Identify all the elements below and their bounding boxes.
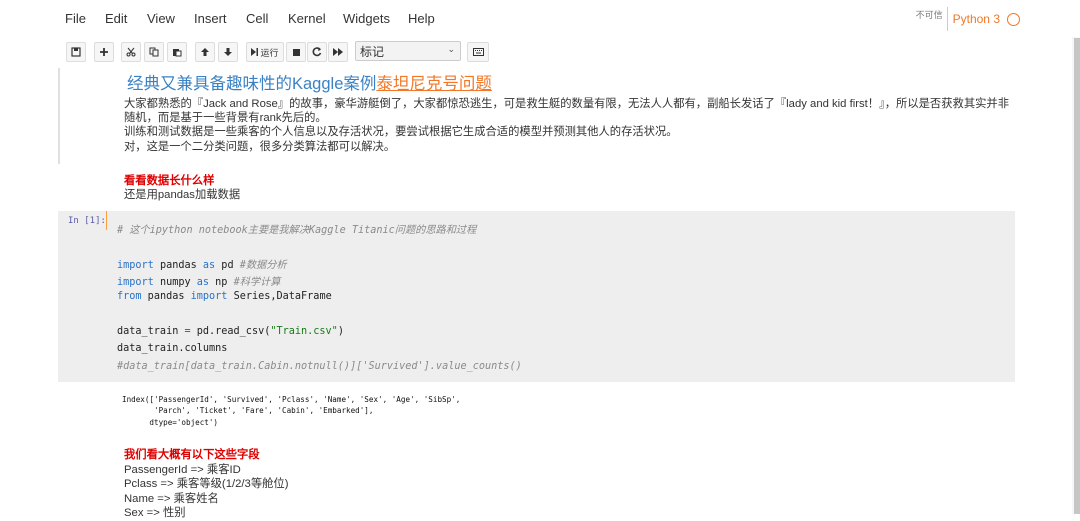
restart-run-all-button[interactable] [328, 42, 348, 62]
toolbar: 运行 标记 ⌄ [0, 37, 1080, 65]
section-text-load: 还是用pandas加载数据 [124, 189, 241, 201]
comment-pd: #数据分析 [239, 260, 287, 271]
stop-icon [292, 48, 300, 56]
menu-kernel[interactable]: Kernel [288, 11, 326, 26]
scrollbar-thumb[interactable] [1074, 38, 1080, 514]
paren-close: ) [337, 326, 344, 337]
output-line-2: 'Parch', 'Ticket', 'Fare', 'Cabin', 'Emb… [122, 406, 374, 415]
copy-icon [149, 47, 159, 57]
cut-button[interactable] [121, 42, 141, 62]
code-line-1: # 这个ipython notebook主要是我解决Kaggle Titanic… [117, 221, 476, 236]
run-label: 运行 [260, 48, 279, 59]
cell-selection-bar [58, 68, 60, 164]
code-line-read-csv: data_train = pd.read_csv("Train.csv") [117, 326, 344, 337]
imported-names: Series,DataFrame [227, 291, 332, 302]
module-numpy: numpy [153, 277, 197, 288]
code-comment: #data_train[data_train.Cabin.notnull()][… [117, 361, 522, 372]
field-passengerid: PassengerId => 乘客ID [124, 464, 241, 476]
chevron-down-icon: ⌄ [447, 44, 455, 54]
move-up-button[interactable] [195, 42, 215, 62]
intro-line-4: 对，这是一个二分类问题，很多分类算法都可以解决。 [124, 141, 396, 153]
kernel-divider [946, 7, 948, 31]
alias-np: np [209, 277, 234, 288]
paste-icon [173, 49, 182, 57]
command-palette-button[interactable] [467, 42, 489, 62]
menu-widgets[interactable]: Widgets [343, 11, 390, 26]
kw-from: from [117, 291, 142, 302]
title-highlight-link[interactable]: 泰坦尼克号问题 [376, 75, 492, 93]
code-comment: # 这个ipython notebook主要是我解决Kaggle Titanic… [117, 225, 477, 236]
insert-cell-button[interactable] [94, 42, 114, 62]
section-heading-fields: 我们看大概有以下这些字段 [124, 449, 260, 461]
field-pclass: Pclass => 乘客等级(1/2/3等舱位) [124, 478, 289, 490]
intro-line-3: 训练和测试数据是一些乘客的个人信息以及存活状况，要尝试根据它生成合适的模型并预测… [124, 126, 678, 138]
restart-button[interactable] [307, 42, 327, 62]
code-line-columns: data_train.columns [117, 343, 228, 354]
title-main: 经典又兼具备趣味性的Kaggle案例 [127, 75, 377, 93]
code-line-import-numpy: import numpy as np #科学计算 [117, 273, 280, 288]
run-button[interactable]: 运行 [246, 42, 284, 62]
menu-cell[interactable]: Cell [246, 11, 268, 26]
menu-view[interactable]: View [147, 11, 175, 26]
save-button[interactable] [66, 42, 86, 62]
output-line-1: Index(['PassengerId', 'Survived', 'Pclas… [122, 395, 461, 404]
intro-line-2: 随机，而是基于一些背景有rank先后的。 [124, 112, 327, 124]
arrow-down-icon [224, 48, 232, 56]
kernel-idle-icon [1007, 12, 1020, 26]
code-line-import-pandas: import pandas as pd #数据分析 [117, 256, 287, 271]
interrupt-button[interactable] [286, 42, 306, 62]
output-line-3: dtype='object') [122, 418, 219, 427]
code-line-from-import: from pandas import Series,DataFrame [117, 291, 332, 302]
copy-button[interactable] [144, 42, 164, 62]
trust-indicator[interactable]: 不可信 [916, 8, 943, 21]
module-pandas: pandas [141, 291, 191, 302]
field-sex: Sex => 性别 [124, 507, 186, 519]
arrow-up-icon [201, 48, 209, 56]
kernel-name[interactable]: Python 3 [953, 12, 1000, 26]
paste-button[interactable] [167, 42, 187, 62]
restart-icon [312, 47, 322, 57]
save-icon [71, 47, 81, 57]
kw-import: import [117, 260, 154, 271]
call-read-csv: pd.read_csv( [190, 326, 271, 337]
menu-help[interactable]: Help [408, 11, 435, 26]
comment-np: #科学计算 [233, 277, 281, 288]
menu-edit[interactable]: Edit [105, 11, 127, 26]
field-name: Name => 乘客姓名 [124, 493, 219, 505]
menu-insert[interactable]: Insert [194, 11, 227, 26]
cell-prompt: In [1]: [68, 216, 106, 226]
section-heading-data: 看看数据长什么样 [124, 175, 215, 187]
move-down-button[interactable] [218, 42, 238, 62]
kw-as: as [202, 260, 216, 271]
kw-as: as [196, 277, 210, 288]
fast-forward-icon [333, 48, 343, 56]
scissors-icon [126, 47, 136, 57]
string-filename: "Train.csv" [270, 326, 338, 337]
keyboard-icon [472, 48, 484, 56]
cell-type-value: 标记 [360, 44, 385, 59]
alias-pd: pd [215, 260, 240, 271]
menubar: File Edit View Insert Cell Kernel Widget… [0, 0, 1080, 38]
code-line-commented: #data_train[data_train.Cabin.notnull()][… [117, 361, 522, 372]
code-cell-edit-marker [106, 211, 107, 230]
cell-type-select[interactable]: 标记 ⌄ [355, 41, 461, 61]
page-title: 经典又兼具备趣味性的Kaggle案例泰坦尼克号问题 [127, 70, 492, 94]
menu-file[interactable]: File [65, 11, 86, 26]
step-forward-icon [251, 48, 259, 56]
plus-icon [100, 48, 108, 56]
intro-line-1: 大家都熟悉的『Jack and Rose』的故事，豪华游艇倒了，大家都惊恐逃生，… [124, 98, 1010, 110]
kernel-area: 不可信 Python 3 [916, 6, 1020, 32]
kw-import: import [117, 277, 154, 288]
module-pandas: pandas [153, 260, 203, 271]
var-data-train: data_train [117, 326, 185, 337]
kw-import: import [190, 291, 228, 302]
